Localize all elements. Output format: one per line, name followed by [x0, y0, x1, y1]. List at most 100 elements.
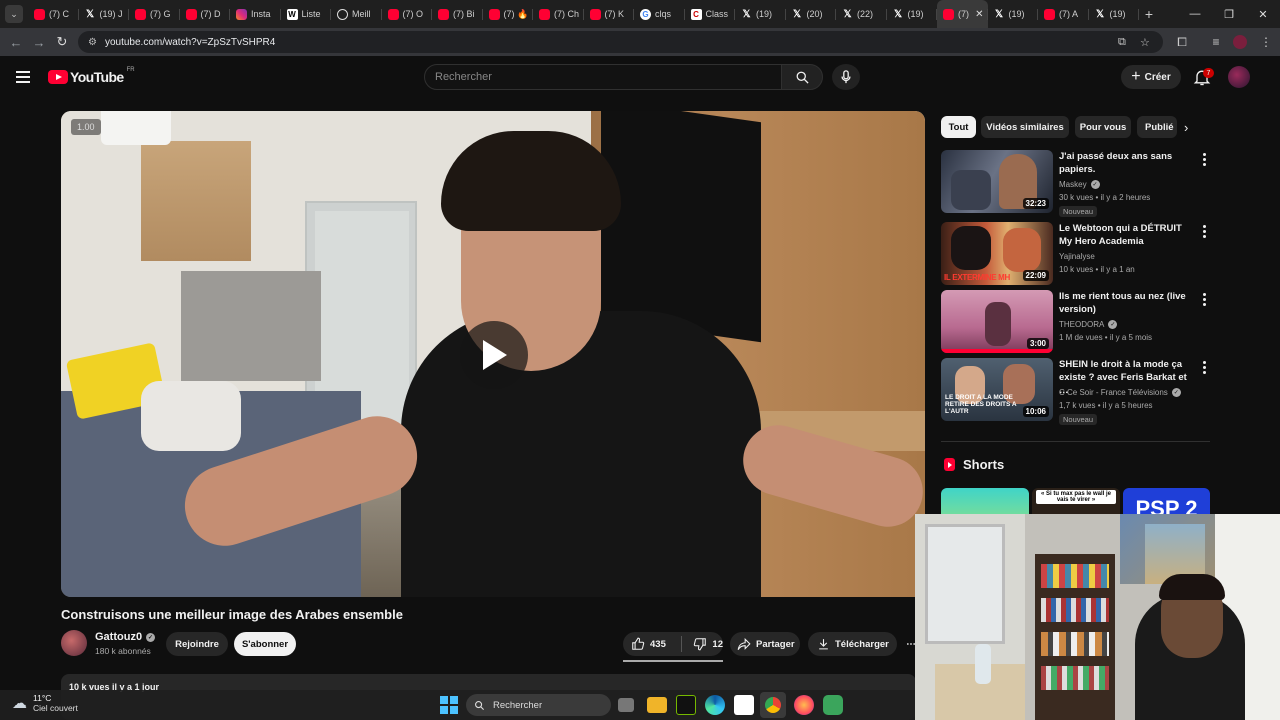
subscribe-button[interactable]: S'abonner — [234, 632, 296, 656]
voice-search-button[interactable] — [832, 64, 860, 90]
browser-tab[interactable]: (7) O — [382, 0, 433, 28]
taskbar-search[interactable]: Rechercher — [466, 694, 611, 716]
more-options-icon[interactable] — [1203, 293, 1207, 306]
app-icon[interactable] — [823, 695, 843, 715]
browser-tab[interactable]: Gclqs — [634, 0, 685, 28]
search-button[interactable] — [781, 64, 823, 90]
recommendation-channel[interactable]: Maskey ✓ — [1059, 180, 1100, 189]
youtube-logo[interactable]: YouTube FR — [48, 67, 135, 85]
video-title: Construisons une meilleur image des Arab… — [61, 607, 403, 622]
browser-tab[interactable]: 𝕏 (19) — [735, 0, 786, 28]
channel-avatar[interactable] — [61, 630, 87, 656]
video-player[interactable] — [61, 111, 925, 597]
search-input[interactable]: Rechercher — [424, 64, 782, 90]
more-options-icon[interactable] — [1203, 153, 1207, 166]
menu-icon[interactable] — [16, 71, 30, 83]
account-avatar[interactable] — [1228, 66, 1250, 88]
recommendation-item[interactable]: LE DROIT A LA MODE RETIRE DES DROITS A L… — [941, 358, 1211, 425]
chip-tout[interactable]: Tout — [941, 116, 976, 138]
chrome-taskbar-button[interactable] — [760, 692, 786, 718]
forward-icon[interactable]: → — [27, 30, 51, 54]
recommendation-channel[interactable]: THEODORA ✓ — [1059, 320, 1118, 329]
browser-tab[interactable]: (7) Ch — [533, 0, 584, 28]
download-button[interactable]: Télécharger — [808, 632, 897, 656]
chevron-right-icon[interactable]: › — [1184, 120, 1188, 135]
create-button[interactable]: + Créer — [1121, 65, 1181, 89]
recommendation-item[interactable]: 3:00 Ils me rient tous au nez (live vers… — [941, 290, 1211, 354]
browser-tab[interactable]: 𝕏 (19) — [887, 0, 938, 28]
browser-tab[interactable]: 𝕏 (20) — [786, 0, 837, 28]
classroom-favicon-icon: C — [690, 8, 702, 20]
recommendation-item[interactable]: 32:23 J'ai passé deux ans sans papiers. … — [941, 150, 1211, 217]
chip-videos-similaires[interactable]: Vidéos similaires — [981, 116, 1069, 138]
google-favicon-icon: G — [640, 8, 651, 20]
browser-tab[interactable]: (7) D — [180, 0, 231, 28]
browser-tab[interactable]: 𝕏 (19) — [1089, 0, 1140, 28]
minimize-icon[interactable]: — — [1178, 0, 1212, 28]
browser-tab[interactable]: 𝕏 (19) — [988, 0, 1039, 28]
recommendation-channel[interactable]: Yajinalyse — [1059, 252, 1095, 261]
join-button[interactable]: Rejoindre — [166, 632, 228, 656]
bookmark-star-icon[interactable]: ☆ — [1140, 31, 1150, 53]
video-thumbnail[interactable]: IL EXTERMINE MH 22:09 — [941, 222, 1053, 285]
close-window-icon[interactable]: ✕ — [1246, 0, 1280, 28]
url-field[interactable]: ⚙ youtube.com/watch?v=ZpSzTvSHPR4 ⧉ ☆ — [78, 31, 1163, 53]
browser-menu-icon[interactable]: ⋮ — [1254, 30, 1278, 54]
big-play-button[interactable] — [460, 321, 528, 389]
browser-tab[interactable]: (7) K — [584, 0, 635, 28]
cast-icon[interactable]: ⧉ — [1118, 31, 1126, 53]
windows-start-icon[interactable] — [439, 695, 459, 715]
browser-tab[interactable]: (7) ✕ — [937, 0, 988, 28]
duration-badge: 10:06 — [1022, 406, 1049, 417]
chip-pour-vous[interactable]: Pour vous — [1075, 116, 1131, 138]
extensions-icon[interactable]: ⧠ — [1170, 30, 1194, 54]
edge-browser-icon[interactable] — [705, 695, 725, 715]
media-controls-icon[interactable]: ≡ — [1204, 30, 1228, 54]
share-button[interactable]: Partager — [730, 632, 800, 656]
thumbs-up-icon — [632, 637, 645, 650]
reload-icon[interactable]: ↻ — [50, 30, 74, 54]
close-tab-icon[interactable]: ✕ — [975, 9, 983, 20]
browser-tab[interactable]: Meill — [331, 0, 382, 28]
recommendation-title[interactable]: J'ai passé deux ans sans papiers. — [1059, 150, 1194, 176]
youtube-favicon-icon — [539, 8, 550, 20]
browser-tab[interactable]: W Liste — [281, 0, 332, 28]
dislike-button[interactable]: 12 — [687, 637, 723, 651]
browser-tab[interactable]: (7) Bi — [432, 0, 483, 28]
browser-tab[interactable]: (7) 🔥 — [483, 0, 534, 28]
new-tab-button[interactable]: + — [1139, 6, 1159, 22]
tab-search-button[interactable]: ⌄ — [0, 0, 28, 28]
temperature: 11°C — [33, 693, 52, 703]
browser-tab[interactable]: 𝕏 (22) — [836, 0, 887, 28]
firefox-icon[interactable] — [794, 695, 814, 715]
recommendation-channel[interactable]: C Ce Soir - France Télévisions ✓ — [1059, 388, 1181, 397]
more-options-icon[interactable] — [1203, 361, 1207, 374]
recommendation-title[interactable]: Le Webtoon qui a DÉTRUIT My Hero Academi… — [1059, 222, 1194, 248]
like-button[interactable]: 435 — [623, 637, 676, 651]
browser-tab[interactable]: (7) C — [28, 0, 79, 28]
microsoft-store-icon[interactable] — [734, 695, 754, 715]
task-view-icon[interactable] — [618, 698, 634, 712]
video-thumbnail[interactable]: LE DROIT A LA MODE RETIRE DES DROITS A L… — [941, 358, 1053, 421]
maximize-icon[interactable]: ❐ — [1212, 0, 1246, 28]
video-thumbnail[interactable]: 32:23 — [941, 150, 1053, 213]
back-icon[interactable]: ← — [4, 30, 28, 54]
weather-widget[interactable]: ☁ 11°C Ciel couvert — [12, 693, 78, 713]
browser-tab[interactable]: (7) G — [129, 0, 180, 28]
file-explorer-icon[interactable] — [647, 697, 667, 713]
site-settings-icon[interactable]: ⚙ — [88, 37, 97, 48]
channel-name-text: Gattouz0 — [95, 631, 143, 643]
recommendation-item[interactable]: IL EXTERMINE MH 22:09 Le Webtoon qui a D… — [941, 222, 1211, 286]
browser-tab[interactable]: Insta — [230, 0, 281, 28]
chip-publie[interactable]: Publié — [1137, 116, 1177, 138]
video-thumbnail[interactable]: 3:00 — [941, 290, 1053, 353]
browser-tab[interactable]: (7) A — [1038, 0, 1089, 28]
browser-tab[interactable]: 𝕏 (19) J — [79, 0, 130, 28]
channel-name[interactable]: Gattouz0 ✓ — [95, 631, 156, 643]
recommendation-title[interactable]: Ils me rient tous au nez (live version) — [1059, 290, 1194, 316]
profile-icon[interactable] — [1228, 30, 1252, 54]
browser-tab[interactable]: C Class — [685, 0, 736, 28]
nvidia-icon[interactable] — [676, 695, 696, 715]
more-options-icon[interactable] — [1203, 225, 1207, 238]
x-favicon-icon: 𝕏 — [893, 8, 903, 20]
